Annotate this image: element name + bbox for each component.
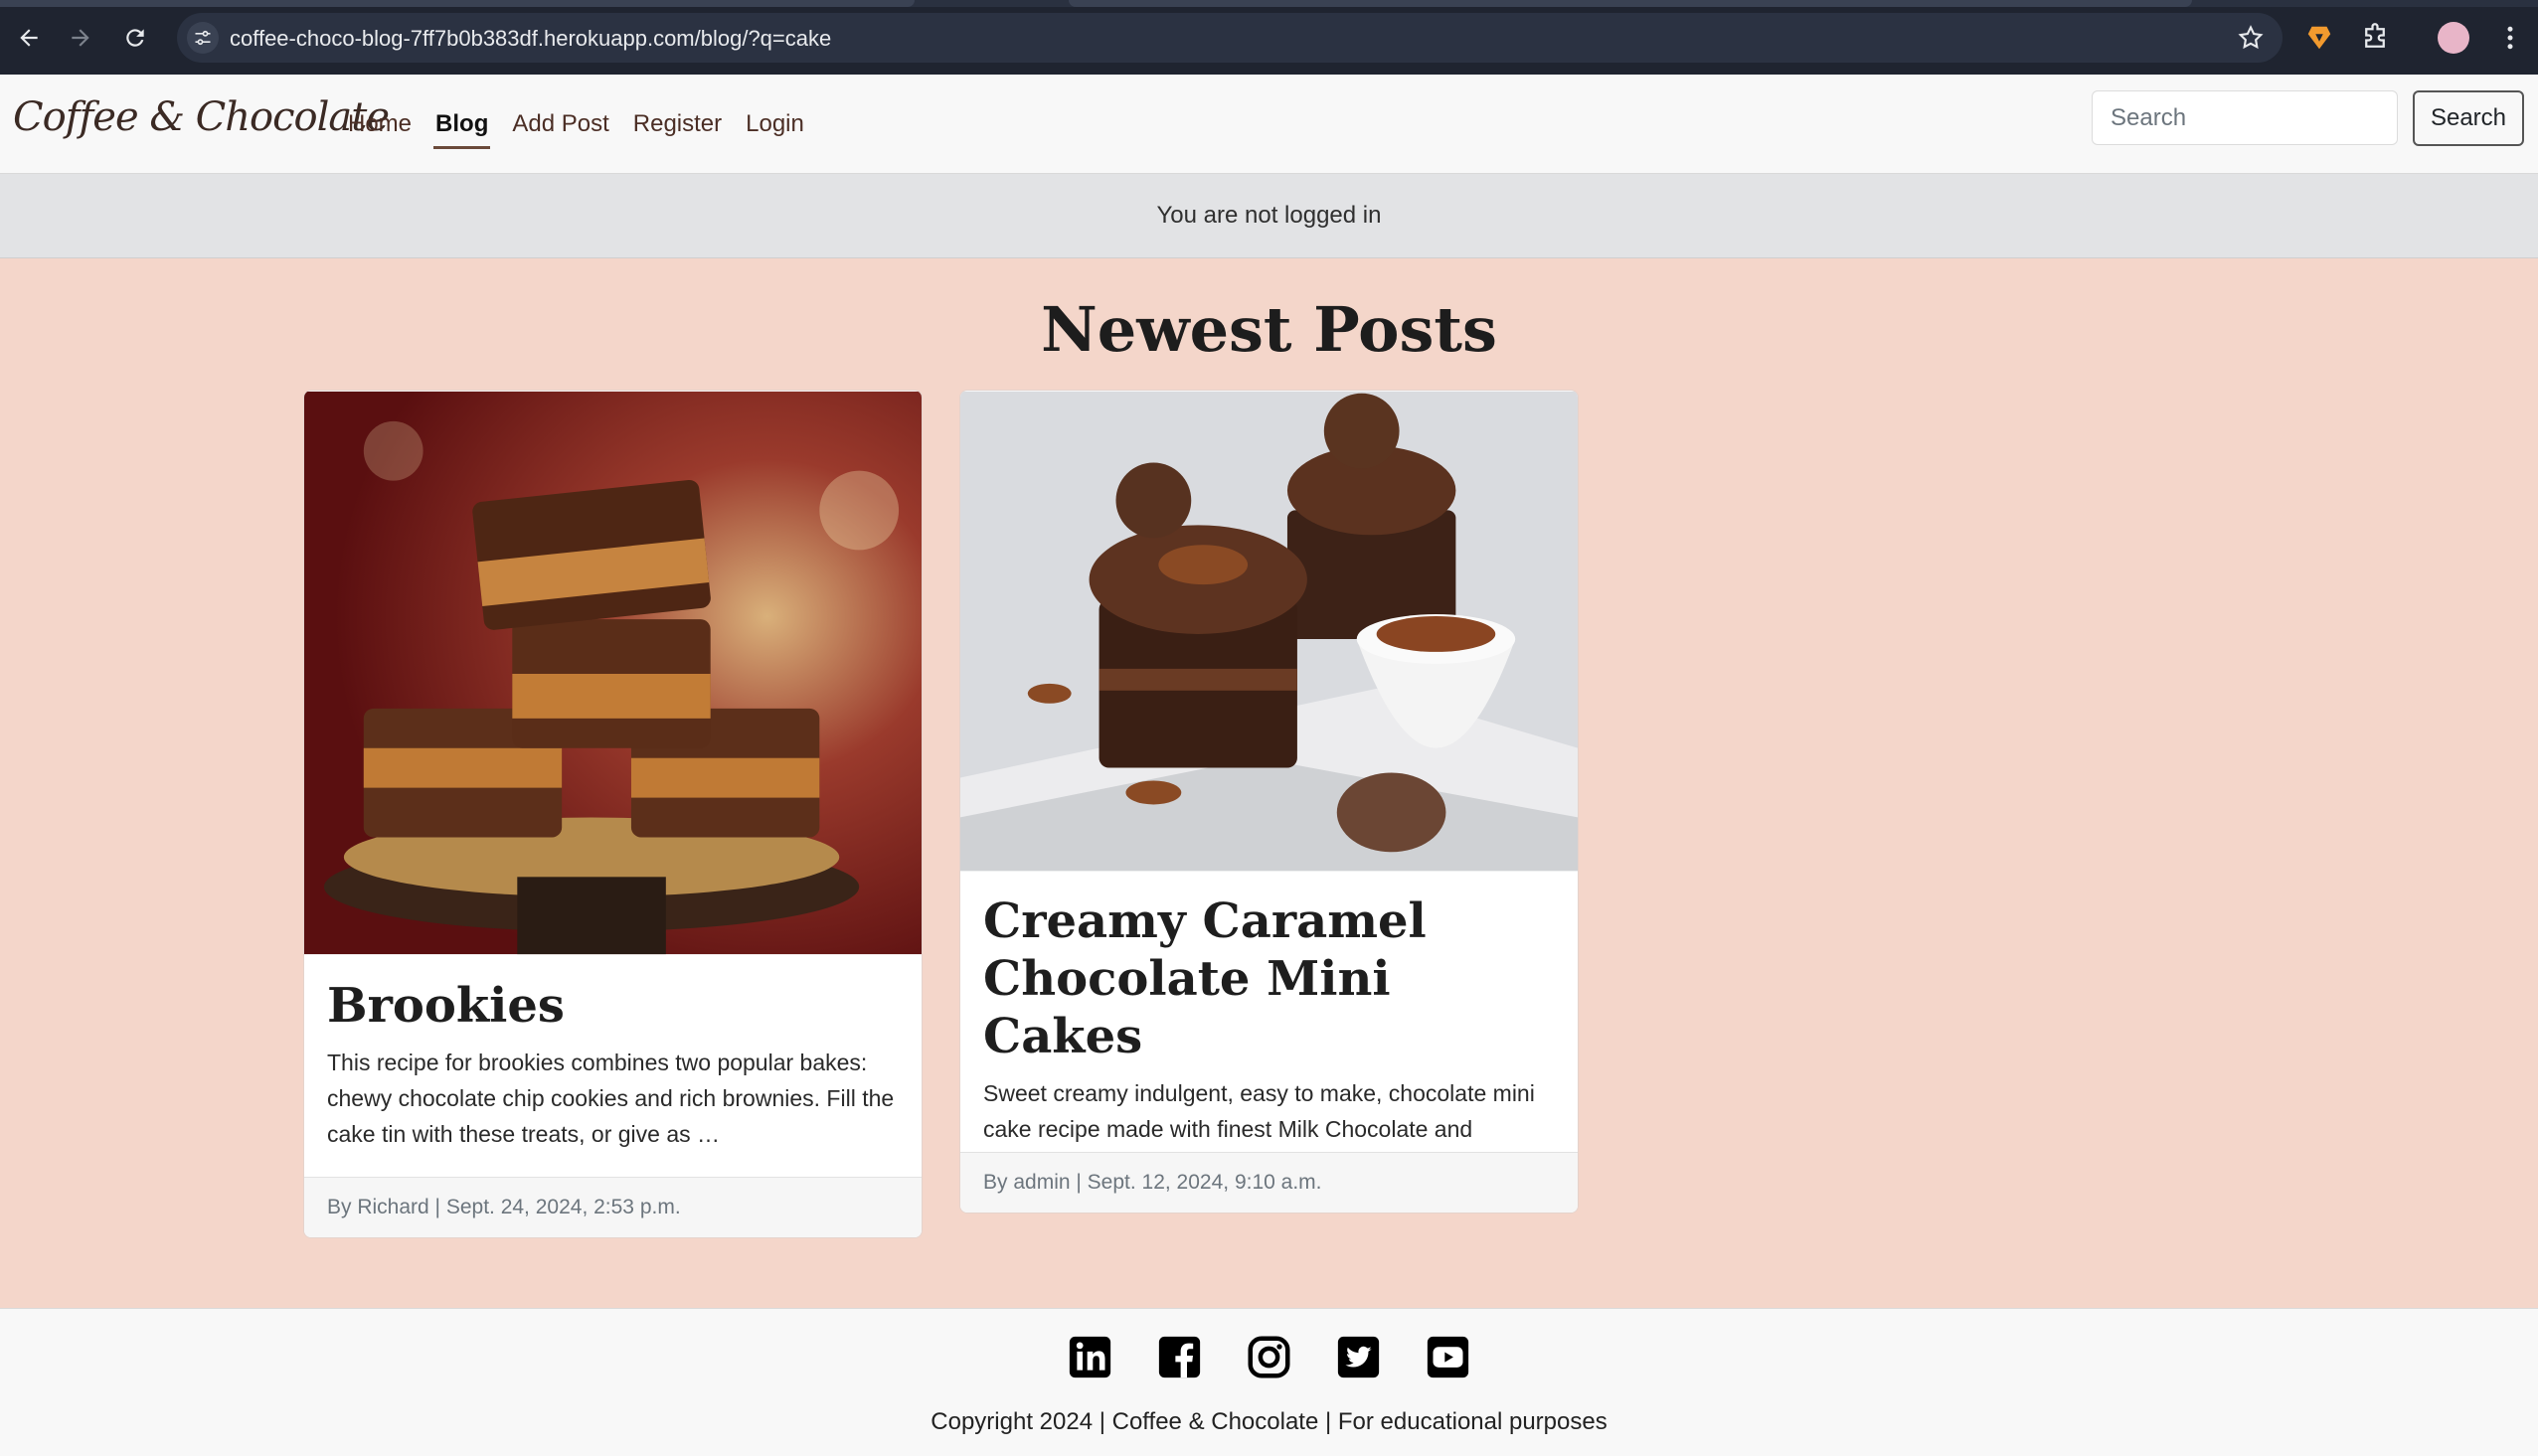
site-navbar: Coffee & Chocolate Home Blog Add Post Re… (0, 75, 2538, 174)
brownies-photo-icon[interactable] (304, 391, 922, 955)
browser-menu-icon[interactable] (2495, 22, 2525, 54)
copyright-text: Copyright 2024 | Coffee & Chocolate | Fo… (931, 1408, 1607, 1435)
bookmark-star-icon[interactable] (2237, 24, 2265, 52)
back-button[interactable] (11, 20, 47, 56)
tab-strip (0, 0, 2538, 7)
login-status-text: You are not logged in (1156, 202, 1382, 229)
site-footer: Copyright 2024 | Coffee & Chocolate | Fo… (0, 1308, 2538, 1456)
mini-cakes-photo-icon[interactable] (960, 391, 1578, 872)
nav-blog[interactable]: Blog (423, 75, 500, 174)
facebook-icon[interactable] (1157, 1335, 1202, 1379)
nav-login[interactable]: Login (734, 75, 816, 174)
post-title[interactable]: Brookies (327, 977, 899, 1035)
card-body: Creamy Caramel Chocolate Mini Cakes Swee… (960, 892, 1578, 1183)
reload-button[interactable] (117, 20, 153, 56)
browser-chrome: coffee-choco-blog-7ff7b0b383df.herokuapp… (0, 0, 2538, 75)
extension-logo-icon[interactable] (2304, 23, 2334, 53)
twitter-icon[interactable] (1336, 1335, 1381, 1379)
back-arrow-icon (20, 29, 38, 47)
nav-add-post[interactable]: Add Post (500, 75, 620, 174)
post-title[interactable]: Creamy Caramel Chocolate Mini Cakes (983, 892, 1555, 1065)
post-excerpt: This recipe for brookies combines two po… (327, 1050, 895, 1147)
address-bar[interactable]: coffee-choco-blog-7ff7b0b383df.herokuapp… (177, 13, 2283, 63)
nav-register[interactable]: Register (621, 75, 734, 174)
login-status-bar: You are not logged in (0, 174, 2538, 258)
instagram-icon[interactable] (1247, 1335, 1291, 1379)
search-button[interactable]: Search (2413, 90, 2524, 146)
extensions-puzzle-icon[interactable] (2360, 23, 2390, 53)
forward-arrow-icon (72, 29, 89, 47)
card-body: Brookies This recipe for brookies combin… (304, 977, 922, 1152)
url-text[interactable]: coffee-choco-blog-7ff7b0b383df.herokuapp… (230, 26, 831, 52)
profile-avatar[interactable] (2438, 22, 2469, 54)
post-card[interactable]: Creamy Caramel Chocolate Mini Cakes Swee… (959, 390, 1579, 1213)
linkedin-icon[interactable] (1068, 1335, 1112, 1379)
tune-icon (195, 30, 211, 46)
reload-icon (126, 29, 144, 47)
post-card[interactable]: Brookies This recipe for brookies combin… (303, 390, 923, 1238)
browser-tab[interactable] (0, 0, 915, 7)
forward-button[interactable] (63, 20, 98, 56)
youtube-icon[interactable] (1426, 1335, 1470, 1379)
browser-tab-active[interactable] (1069, 0, 2192, 7)
post-meta: By Richard | Sept. 24, 2024, 2:53 p.m. (304, 1177, 922, 1237)
brand-logo[interactable]: Coffee & Chocolate (13, 94, 390, 140)
post-meta: By admin | Sept. 12, 2024, 9:10 a.m. (960, 1152, 1578, 1213)
social-links (1068, 1335, 1470, 1379)
page-heading: Newest Posts (1041, 293, 1497, 366)
nav-links: Home Blog Add Post Register Login (336, 75, 816, 174)
site-info-button[interactable] (187, 22, 219, 54)
search-input[interactable]: Search (2092, 90, 2398, 145)
nav-home[interactable]: Home (336, 75, 423, 174)
